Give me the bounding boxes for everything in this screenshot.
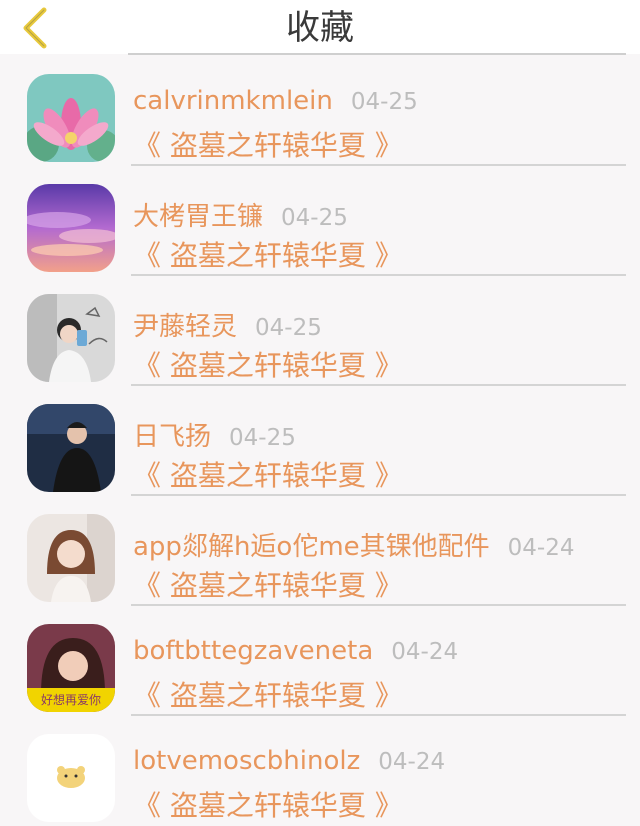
list-item[interactable]: lotvemoscbhinolz 04-24 《 盗墓之轩辕华夏 》 [0, 716, 640, 826]
page-title: 收藏 [286, 8, 354, 48]
header-bar: 收藏 [0, 0, 640, 54]
lotus-avatar-image [27, 74, 115, 162]
avatar[interactable] [27, 734, 115, 822]
user-name: 尹藤轻灵 [133, 312, 238, 342]
avatar[interactable]: 好想再爱你 [27, 624, 115, 712]
girl-portrait-avatar-image [27, 514, 115, 602]
purple-sky-avatar-image [27, 184, 115, 272]
header-divider [128, 53, 626, 55]
avatar-caption: 好想再爱你 [41, 692, 101, 707]
girl-yellow-banner-avatar-image: 好想再爱你 [27, 624, 115, 712]
favorites-list: calvrinmkmlein 04-25 《 盗墓之轩辕华夏 》 大栲胃王镰 0… [0, 56, 640, 826]
book-title[interactable]: 《 盗墓之轩辕华夏 》 [133, 124, 403, 164]
user-name: calvrinmkmlein [133, 86, 333, 116]
girl-selfie-avatar-image [27, 294, 115, 382]
hamster-avatar-image [27, 734, 115, 822]
list-item[interactable]: 好想再爱你 boftbttegzaveneta 04-24 《 盗墓之轩辕华夏 … [0, 606, 640, 716]
book-title[interactable]: 《 盗墓之轩辕华夏 》 [133, 234, 403, 274]
book-title[interactable]: 《 盗墓之轩辕华夏 》 [133, 344, 403, 384]
avatar[interactable] [27, 294, 115, 382]
list-item[interactable]: app郯解h逅o佗me其锞他配件 04-24 《 盗墓之轩辕华夏 》 [0, 496, 640, 606]
date-label: 04-24 [507, 535, 575, 561]
avatar[interactable] [27, 74, 115, 162]
user-name: boftbttegzaveneta [133, 636, 374, 666]
date-label: 04-25 [255, 315, 322, 341]
date-label: 04-25 [281, 205, 348, 231]
user-name: app郯解h逅o佗me其锞他配件 [133, 532, 490, 562]
date-label: 04-24 [391, 639, 459, 665]
book-title[interactable]: 《 盗墓之轩辕华夏 》 [133, 674, 403, 714]
date-label: 04-24 [378, 749, 446, 775]
avatar[interactable] [27, 514, 115, 602]
book-title[interactable]: 《 盗墓之轩辕华夏 》 [133, 454, 403, 494]
user-name: 大栲胃王镰 [133, 202, 264, 232]
avatar[interactable] [27, 404, 115, 492]
book-title[interactable]: 《 盗墓之轩辕华夏 》 [133, 784, 403, 824]
list-item[interactable]: 尹藤轻灵 04-25 《 盗墓之轩辕华夏 》 [0, 276, 640, 386]
user-name: lotvemoscbhinolz [133, 746, 361, 776]
avatar[interactable] [27, 184, 115, 272]
user-name: 日飞扬 [133, 422, 212, 452]
list-item[interactable]: 日飞扬 04-25 《 盗墓之轩辕华夏 》 [0, 386, 640, 496]
book-title[interactable]: 《 盗墓之轩辕华夏 》 [133, 564, 403, 604]
list-item[interactable]: calvrinmkmlein 04-25 《 盗墓之轩辕华夏 》 [0, 56, 640, 166]
date-label: 04-25 [350, 89, 418, 115]
date-label: 04-25 [229, 425, 296, 451]
list-item[interactable]: 大栲胃王镰 04-25 《 盗墓之轩辕华夏 》 [0, 166, 640, 276]
man-avatar-image [27, 404, 115, 492]
